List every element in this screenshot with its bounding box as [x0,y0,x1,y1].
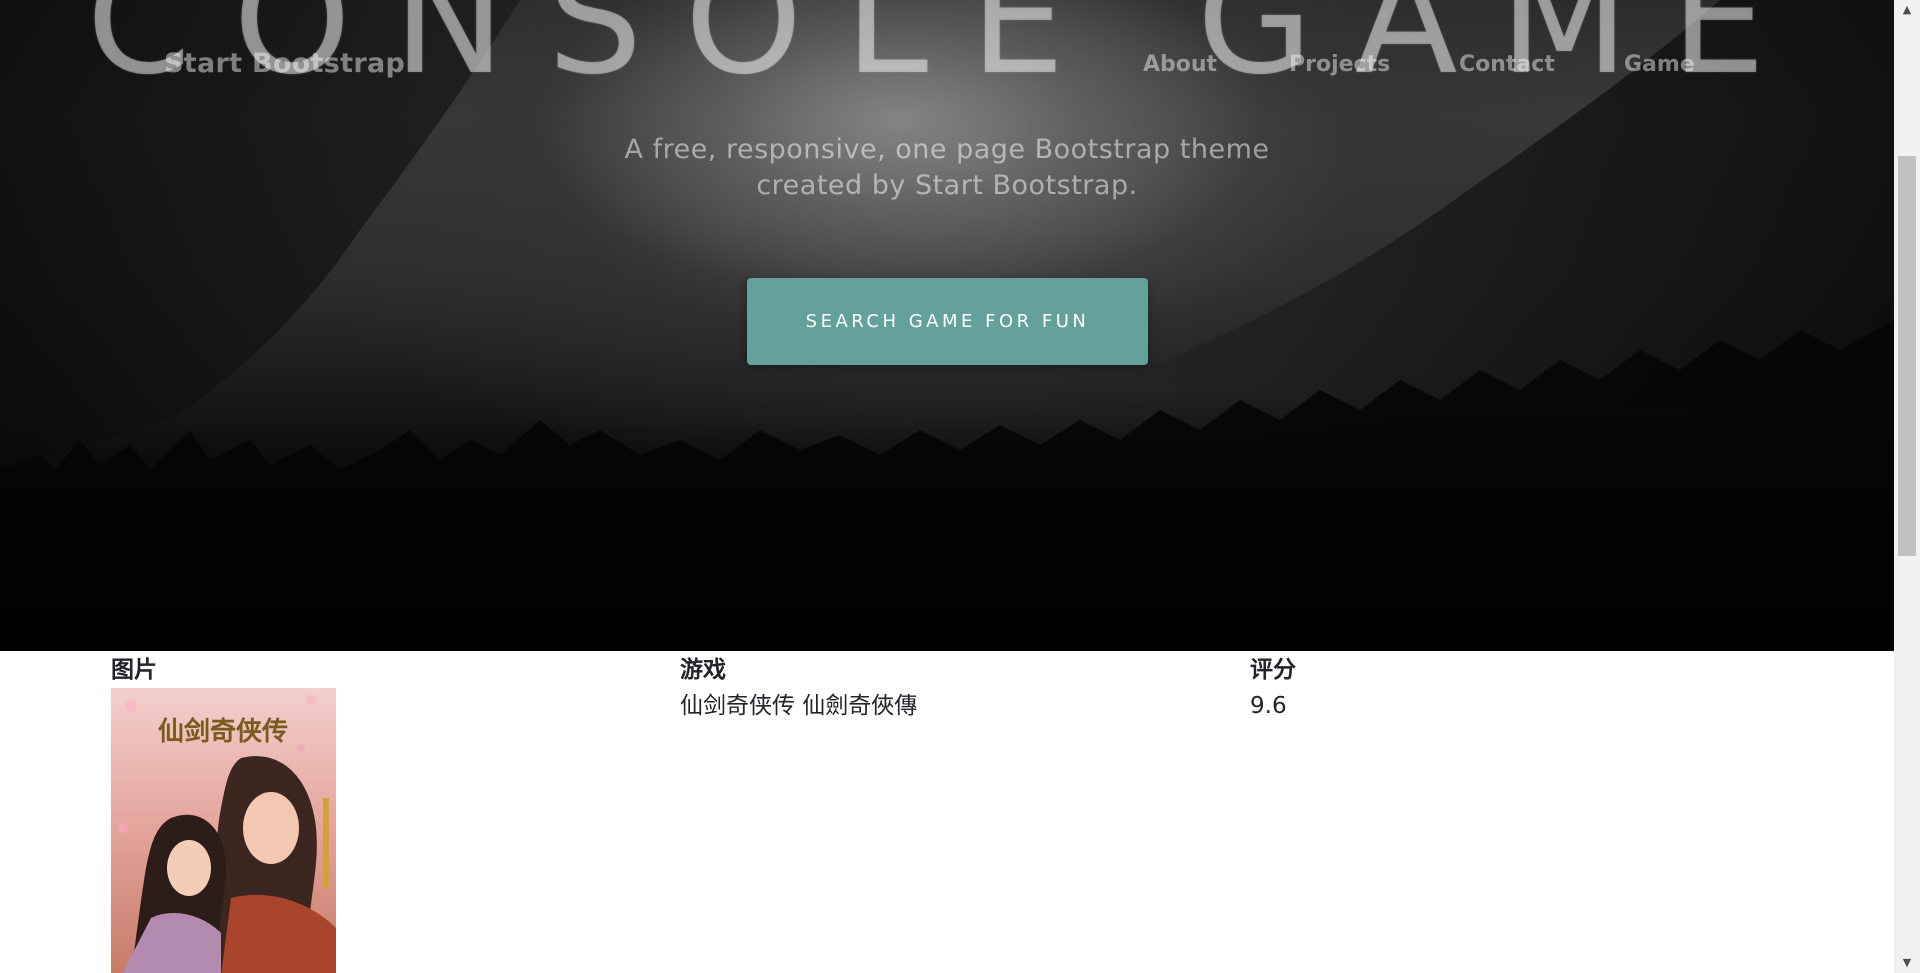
hero-subtitle-line-1: A free, responsive, one page Bootstrap t… [624,134,1270,165]
game-cover-image: 仙剑奇侠传 [111,688,336,973]
nav-link-contact[interactable]: Contact [1459,52,1555,77]
column-header-image: 图片 [111,657,157,683]
navbar-brand[interactable]: Start Bootstrap [164,48,405,79]
nav-link-projects[interactable]: Projects [1289,52,1390,77]
main-navbar: Start Bootstrap About Projects Contact G… [0,0,1894,130]
scrollbar-thumb[interactable] [1898,156,1916,556]
rating-cell: 9.6 [1250,693,1287,719]
page-scrollbar[interactable]: ▲ ▼ [1894,0,1920,973]
search-game-button[interactable]: SEARCH GAME FOR FUN [747,278,1148,365]
triangle-down-icon[interactable]: ▼ [1894,953,1920,973]
triangle-up-icon[interactable]: ▲ [1894,0,1920,20]
hero-subtitle: A free, responsive, one page Bootstrap t… [547,132,1347,204]
game-name-cell: 仙剑奇侠传 仙劍奇俠傳 [680,693,918,719]
column-header-rating: 评分 [1250,657,1296,683]
nav-link-about[interactable]: About [1143,52,1217,77]
column-header-game: 游戏 [680,657,726,683]
hero-subtitle-line-2: created by Start Bootstrap. [756,170,1138,201]
nav-link-game[interactable]: Game [1624,52,1695,77]
cover-title-text: 仙剑奇侠传 [158,716,288,747]
page-viewport: CONSOLE GAME A free, responsive, one pag… [0,0,1894,973]
cover-art-illustration: 仙剑奇侠传 [111,688,336,973]
